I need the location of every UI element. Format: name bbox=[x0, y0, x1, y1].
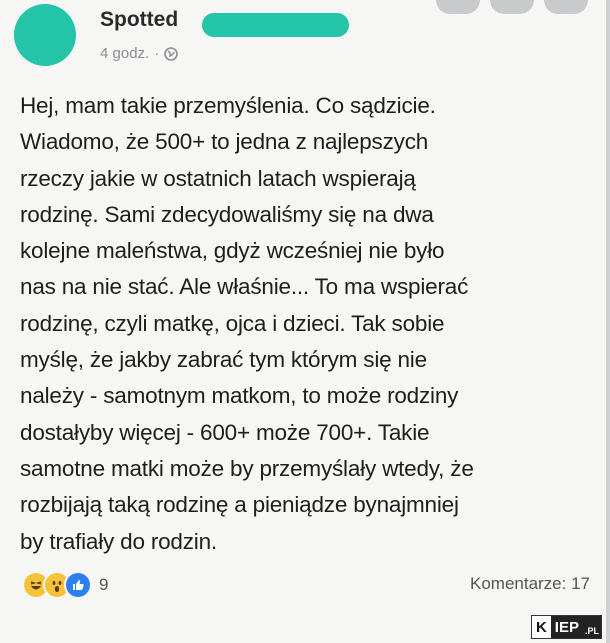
post-line: rzeczy jakie w ostatnich latach wspieraj… bbox=[20, 165, 416, 191]
watermark-part: .PL bbox=[582, 616, 601, 638]
page-name[interactable]: Spotted bbox=[100, 8, 178, 32]
post-line: rodzinę. Sami zdecydowaliśmy się na dwa bbox=[20, 201, 434, 227]
post-card: Spotted 4 godz. · Hej, mam takie przemyś… bbox=[0, 0, 610, 643]
comments-count[interactable]: Komentarze: 17 bbox=[470, 574, 590, 594]
globe-icon bbox=[164, 46, 179, 61]
meta-separator: · bbox=[154, 45, 160, 62]
post-meta: 4 godz. · bbox=[100, 45, 179, 62]
top-action-right[interactable] bbox=[544, 0, 588, 14]
post-line: samotne matki może by przemyślały wtedy,… bbox=[20, 455, 474, 481]
post-line: Wiadomo, że 500+ to jedna z najlepszych bbox=[20, 129, 429, 155]
post-line: należy - samotnym matkom, to może rodzin… bbox=[20, 383, 459, 409]
post-line: nas na nie stać. Ale właśnie... To ma ws… bbox=[20, 274, 469, 300]
reactions-summary[interactable]: 9 bbox=[22, 571, 108, 599]
top-actions bbox=[436, 0, 588, 14]
post-line: dostałyby więcej - 600+ może 700+. Takie bbox=[20, 419, 430, 445]
avatar[interactable] bbox=[14, 4, 76, 66]
post-line: by trafiały do rodzin. bbox=[20, 528, 217, 554]
post-line: Hej, mam takie przemyślenia. Co sądzicie… bbox=[20, 93, 436, 118]
post-text: Hej, mam takie przemyślenia. Co sądzicie… bbox=[20, 88, 588, 560]
like-icon bbox=[64, 571, 92, 599]
redaction-block bbox=[202, 13, 349, 37]
top-action-left[interactable] bbox=[436, 0, 480, 14]
watermark-logo: K IEP .PL bbox=[530, 615, 602, 639]
top-action-middle[interactable] bbox=[490, 0, 534, 14]
watermark-part: IEP bbox=[550, 616, 583, 638]
post-line: kolejne maleństwa, gdyż wcześniej nie by… bbox=[20, 238, 445, 264]
watermark-part: K bbox=[535, 618, 547, 636]
post-line: myślę, że jakby zabrać tym którym się ni… bbox=[20, 347, 427, 373]
post-line: rozbijają taką rodzinę a pieniądze bynaj… bbox=[20, 492, 459, 518]
post-time[interactable]: 4 godz. bbox=[100, 45, 149, 62]
post-line: rodzinę, czyli matkę, ojca i dzieci. Tak… bbox=[20, 310, 445, 336]
reaction-count: 9 bbox=[99, 575, 109, 594]
